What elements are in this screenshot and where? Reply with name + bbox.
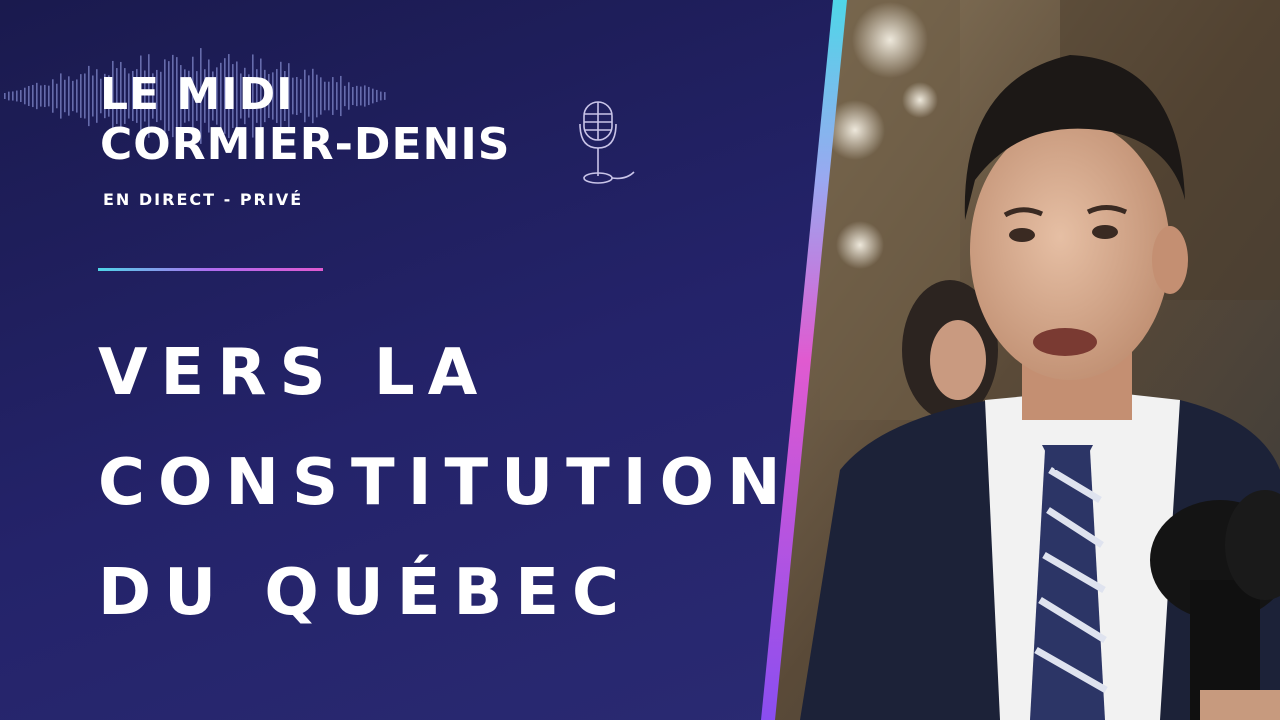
microphone-icon [579, 101, 635, 184]
show-title-line-1: LE MIDI [100, 69, 294, 120]
show-title-line-2: CORMIER-DENIS [100, 119, 511, 170]
speaker-photo-image [770, 0, 1280, 720]
headline-line-3: DU QUÉBEC [98, 556, 632, 630]
gradient-divider [98, 268, 323, 271]
headline-line-2: CONSTITUTION [98, 446, 794, 520]
headline-line-1: VERS LA [98, 336, 491, 410]
headline: VERS LA CONSTITUTION DU QUÉBEC [98, 318, 794, 648]
live-private-subtitle: EN DIRECT - PRIVÉ [103, 190, 304, 209]
speaker-photo [770, 0, 1280, 720]
show-title: LE MIDI CORMIER-DENIS [100, 70, 510, 170]
